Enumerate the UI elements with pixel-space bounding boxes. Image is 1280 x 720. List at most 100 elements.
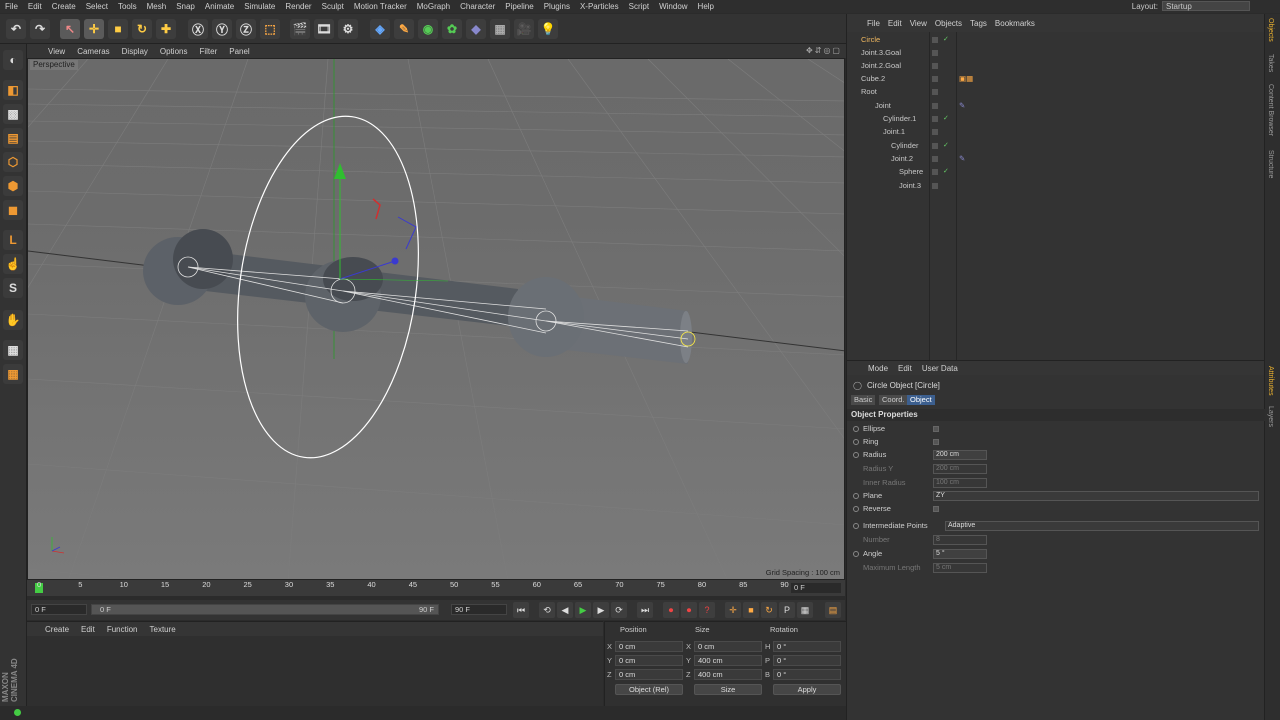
vp-menu-panel[interactable]: Panel <box>223 47 255 56</box>
object-row[interactable]: Joint.3 <box>847 180 1261 192</box>
menu-mograph[interactable]: MoGraph <box>412 2 455 11</box>
layout-dropdown[interactable]: Startup <box>1162 1 1250 11</box>
size-x-field[interactable]: 0 cm <box>694 641 762 652</box>
plane-dropdown[interactable]: ZY <box>933 491 1259 501</box>
tab-coord[interactable]: Coord. <box>879 395 908 405</box>
object-row[interactable]: Joint.1 <box>847 126 1261 138</box>
tab-takes[interactable]: Takes <box>1267 54 1274 72</box>
locked-workplane-icon[interactable]: ▦ <box>3 364 23 384</box>
size-z-field[interactable]: 400 cm <box>694 669 762 680</box>
pos-z-field[interactable]: 0 cm <box>615 669 683 680</box>
transform-tool-icon[interactable]: ✚ <box>156 19 176 39</box>
end-frame-field[interactable]: 90 F <box>451 604 507 615</box>
object-row[interactable]: Cylinder ✓ <box>847 140 1261 152</box>
deformer-icon[interactable]: ◆ <box>466 19 486 39</box>
visibility-toggle[interactable] <box>932 89 938 95</box>
tab-structure[interactable]: Structure <box>1267 150 1274 178</box>
select-tool-icon[interactable]: ↖ <box>60 19 80 39</box>
x-axis-icon[interactable]: Ⓧ <box>188 19 208 39</box>
vp-menu-cameras[interactable]: Cameras <box>71 47 115 56</box>
visibility-toggle[interactable] <box>932 103 938 109</box>
tab-basic[interactable]: Basic <box>851 395 876 405</box>
menu-select[interactable]: Select <box>81 2 113 11</box>
record-icon[interactable]: ⏺ <box>663 602 679 618</box>
menu-tools[interactable]: Tools <box>113 2 142 11</box>
record-scale-icon[interactable]: ■ <box>743 602 759 618</box>
snap-icon[interactable]: S <box>3 278 23 298</box>
obj-menu-bookmarks[interactable]: Bookmarks <box>991 19 1039 28</box>
ik-tag-icon[interactable]: ▣▦ <box>959 73 973 85</box>
record-position-icon[interactable]: ✛ <box>725 602 741 618</box>
enable-check-icon[interactable]: ✓ <box>943 113 949 125</box>
next-key-icon[interactable]: ⟳ <box>611 602 627 618</box>
menu-create[interactable]: Create <box>47 2 81 11</box>
anim-dot[interactable] <box>853 523 859 529</box>
autokey-icon[interactable]: ⏺ <box>681 602 697 618</box>
anim-dot[interactable] <box>853 551 859 557</box>
menu-simulate[interactable]: Simulate <box>239 2 280 11</box>
object-row[interactable]: Sphere ✓ <box>847 166 1261 178</box>
reverse-checkbox[interactable] <box>933 506 939 512</box>
tweak-mode-icon[interactable]: ☝ <box>3 254 23 274</box>
visibility-toggle[interactable] <box>932 116 938 122</box>
tab-layers[interactable]: Layers <box>1267 406 1274 427</box>
visibility-toggle[interactable] <box>932 156 938 162</box>
visibility-toggle[interactable] <box>932 169 938 175</box>
menu-animate[interactable]: Animate <box>200 2 239 11</box>
floor-icon[interactable]: ▦ <box>490 19 510 39</box>
menu-script[interactable]: Script <box>624 2 654 11</box>
menu-character[interactable]: Character <box>455 2 500 11</box>
visibility-toggle[interactable] <box>932 143 938 149</box>
record-pla-icon[interactable]: ▦ <box>797 602 813 618</box>
render-settings-icon[interactable]: ⚙ <box>338 19 358 39</box>
previous-key-icon[interactable]: ⟲ <box>539 602 555 618</box>
start-frame-field[interactable]: 0 F <box>31 604 87 615</box>
go-to-end-icon[interactable]: ⏭ <box>637 602 653 618</box>
anim-dot[interactable] <box>853 452 859 458</box>
visibility-toggle[interactable] <box>932 129 938 135</box>
obj-menu-objects[interactable]: Objects <box>931 19 966 28</box>
tab-objects[interactable]: Objects <box>1267 18 1274 42</box>
tab-object[interactable]: Object <box>907 395 935 405</box>
ik-tag-icon[interactable]: ✎ <box>959 100 965 112</box>
visibility-toggle[interactable] <box>932 50 938 56</box>
menu-render[interactable]: Render <box>280 2 316 11</box>
y-axis-icon[interactable]: Ⓨ <box>212 19 232 39</box>
play-icon[interactable]: ▶ <box>575 602 591 618</box>
vp-menu-view[interactable]: View <box>42 47 71 56</box>
anim-dot[interactable] <box>853 426 859 432</box>
menu-sculpt[interactable]: Sculpt <box>317 2 349 11</box>
visibility-toggle[interactable] <box>932 63 938 69</box>
menu-help[interactable]: Help <box>693 2 719 11</box>
coordinate-system-icon[interactable]: ⬚ <box>260 19 280 39</box>
go-to-start-icon[interactable]: ⏮ <box>513 602 529 618</box>
pos-y-field[interactable]: 0 cm <box>615 655 683 666</box>
menu-mesh[interactable]: Mesh <box>142 2 172 11</box>
rot-p-field[interactable]: 0 ° <box>773 655 841 666</box>
apply-button[interactable]: Apply <box>773 684 841 695</box>
object-row[interactable]: Joint.2.Goal <box>847 60 1261 72</box>
menu-plugins[interactable]: Plugins <box>539 2 575 11</box>
undo-icon[interactable]: ↶ <box>6 19 26 39</box>
mat-menu-create[interactable]: Create <box>39 625 75 634</box>
object-row[interactable]: Cylinder.1 ✓ <box>847 113 1261 125</box>
pen-spline-icon[interactable]: ✎ <box>394 19 414 39</box>
edges-mode-icon[interactable]: ⬢ <box>3 176 23 196</box>
previous-frame-icon[interactable]: ◀ <box>557 602 573 618</box>
sculpt-icon[interactable]: ✋ <box>3 310 23 330</box>
rot-h-field[interactable]: 0 ° <box>773 641 841 652</box>
timeline-ruler[interactable]: 0 F 0 5 10 15 20 25 30 35 40 45 50 55 60 65 70 75 80 85 90 <box>27 580 845 596</box>
axis-mode-icon[interactable]: L <box>3 230 23 250</box>
tab-attributes[interactable]: Attributes <box>1267 366 1274 396</box>
points-mode-icon[interactable]: ⬡ <box>3 152 23 172</box>
object-row[interactable]: Circle ✓ <box>847 34 1261 46</box>
vp-menu-filter[interactable]: Filter <box>193 47 223 56</box>
obj-menu-view[interactable]: View <box>906 19 931 28</box>
mat-menu-edit[interactable]: Edit <box>75 625 101 634</box>
frame-range-slider[interactable]: 0 F 90 F <box>91 604 439 615</box>
render-view-icon[interactable]: 🎬 <box>290 19 310 39</box>
viewport[interactable] <box>27 58 845 580</box>
anim-dot[interactable] <box>853 439 859 445</box>
menu-pipeline[interactable]: Pipeline <box>500 2 538 11</box>
size-mode-dropdown[interactable]: Size <box>694 684 762 695</box>
